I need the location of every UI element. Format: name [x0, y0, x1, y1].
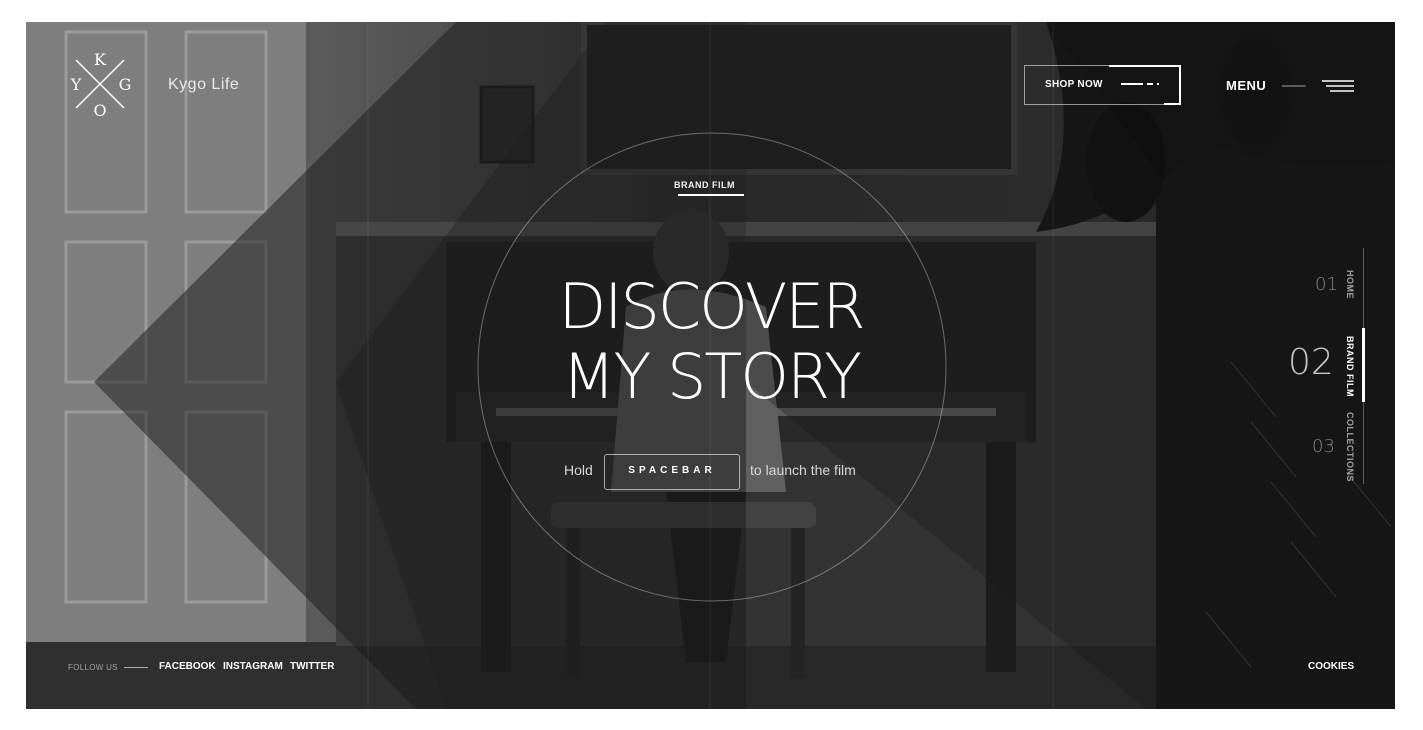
menu-label: MENU — [1226, 78, 1267, 93]
logo-letter-bottom: O — [93, 101, 106, 118]
side-nav-brand-film[interactable]: BRAND FILM — [1345, 336, 1355, 397]
spacebar-label: SPACEBAR — [628, 465, 716, 476]
hero-headline: DISCOVER MY STORY — [466, 272, 956, 412]
nav-number-brand-film[interactable]: 02 — [1288, 342, 1334, 383]
logo-letter-right: G — [119, 75, 132, 94]
side-nav-active-indicator — [1362, 328, 1365, 402]
cookies-link[interactable]: COOKIES — [1308, 661, 1354, 672]
spacebar-button[interactable]: SPACEBAR — [604, 454, 740, 490]
hamburger-menu-icon — [1282, 80, 1354, 92]
logo-x-icon[interactable]: K Y G O — [66, 50, 134, 118]
hold-text: Hold — [564, 462, 593, 478]
logo-letter-top: K — [94, 50, 107, 69]
hero-frame: K Y G O Kygo Life SHOP NOW MENU BRAND FI… — [26, 22, 1395, 709]
logo-letter-left: Y — [70, 75, 82, 94]
follow-us-divider — [124, 667, 148, 668]
follow-us-label: FOLLOW US — [68, 663, 118, 672]
side-nav-collections[interactable]: COLLECTIONS — [1345, 412, 1355, 482]
side-nav-home[interactable]: HOME — [1345, 270, 1355, 299]
menu-button[interactable]: MENU — [1220, 74, 1360, 98]
social-link-facebook[interactable]: FACEBOOK — [159, 661, 216, 672]
shop-now-button[interactable]: SHOP NOW — [1024, 65, 1181, 105]
launch-text: to launch the film — [750, 462, 856, 478]
shop-arrow-icon — [1109, 65, 1181, 105]
brand-name[interactable]: Kygo Life — [168, 76, 239, 94]
social-link-twitter[interactable]: TWITTER — [290, 661, 334, 672]
nav-number-collections[interactable]: 03 — [1312, 436, 1335, 457]
hero-kicker: BRAND FILM — [674, 180, 735, 190]
nav-number-home[interactable]: 01 — [1315, 274, 1338, 295]
shop-now-label: SHOP NOW — [1045, 79, 1103, 90]
headline-line-1: DISCOVER — [558, 270, 865, 343]
hero-kicker-underline — [678, 194, 744, 196]
headline-line-2: MY STORY — [561, 340, 862, 413]
social-link-instagram[interactable]: INSTAGRAM — [223, 661, 283, 672]
